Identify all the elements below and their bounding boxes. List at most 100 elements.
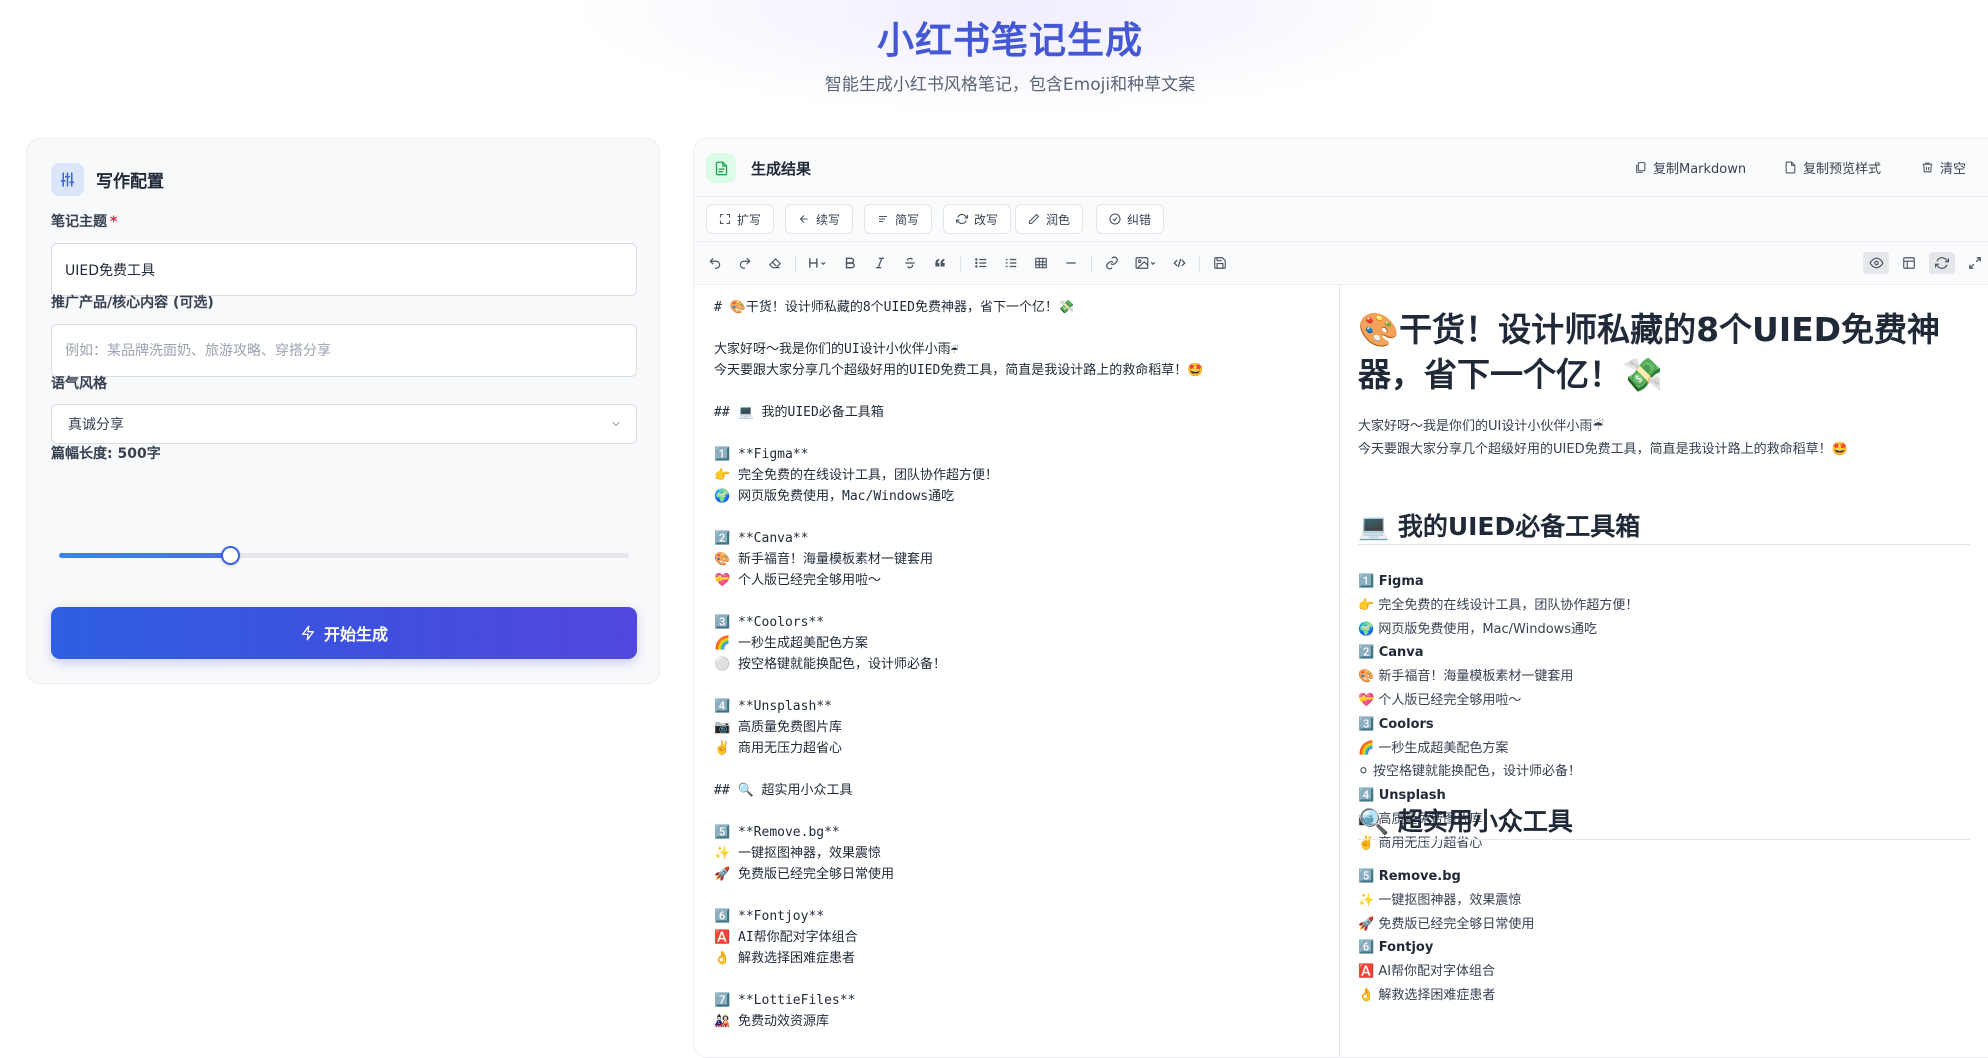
pencil-icon [1028, 213, 1040, 225]
check-circle-icon [1109, 213, 1121, 225]
sliders-icon [51, 163, 84, 196]
copy-preview-button[interactable]: 复制预览样式 [1784, 158, 1881, 177]
preview-list-item: ⚪ 按空格键就能换配色，设计师必备！ [1358, 764, 1582, 780]
heading-icon[interactable] [804, 252, 832, 274]
preview-list-item: 🌈 一秒生成超美配色方案 [1358, 740, 1509, 756]
markdown-preview: 🎨干货！设计师私藏的8个UIED免费神器，省下一个亿！💸 大家好呀～我是你们的U… [1341, 285, 1988, 1057]
undo-icon[interactable] [704, 252, 726, 274]
expand-button[interactable]: 扩写 [706, 204, 775, 234]
editor-line: 4️⃣ **Unsplash** [714, 699, 832, 714]
trash-icon [1921, 161, 1934, 174]
preview-tool-list: 5️⃣ Remove.bg ✨ 一键抠图神器，效果震惊 🚀 免费版已经完全够日常使用… [1358, 865, 1534, 1008]
generate-button[interactable]: 开始生成 [51, 607, 637, 659]
fullscreen-icon[interactable] [1962, 252, 1988, 274]
polish-button[interactable]: 润色 [1015, 204, 1084, 234]
code-icon[interactable] [1168, 252, 1190, 274]
preview-list-item: ✨ 一键抠图神器，效果震惊 [1358, 892, 1522, 908]
quote-icon[interactable] [929, 252, 951, 274]
eraser-icon[interactable] [764, 252, 786, 274]
preview-list-item: 2️⃣ Canva [1358, 645, 1424, 661]
toolbar-divider [960, 255, 961, 272]
length-slider-fill [59, 553, 230, 558]
topic-input[interactable] [51, 243, 637, 296]
preview-heading-2: 💻 我的UIED必备工具箱 [1358, 507, 1970, 545]
expand-label: 扩写 [737, 212, 762, 227]
editor-line: 💝 个人版已经完全够用啦～ [714, 573, 882, 588]
lightning-icon [300, 625, 316, 641]
simplify-button[interactable]: 简写 [864, 204, 933, 234]
bullet-list-icon[interactable] [970, 252, 992, 274]
preview-intro-line: 今天要跟大家分享几个超级好用的UIED免费工具，简直是我设计路上的救命稻草！🤩 [1358, 442, 1848, 457]
editor-line: 🚀 免费版已经完全够日常使用 [714, 867, 895, 882]
editor-line: 6️⃣ **Fontjoy** [714, 909, 825, 924]
result-header: 生成结果 复制Markdown 复制预览样式 清空 [694, 139, 1988, 197]
expand-icon [719, 213, 731, 225]
editor-line: 今天要跟大家分享几个超级好用的UIED免费工具，简直是我设计路上的救命稻草！🤩 [714, 363, 1204, 378]
preview-list-item: 3️⃣ Coolors [1358, 716, 1434, 732]
file-icon [1784, 161, 1797, 174]
continue-button[interactable]: 续写 [785, 204, 854, 234]
document-icon [706, 153, 736, 183]
preview-list-item: 👉 完全免费的在线设计工具，团队协作超方便！ [1358, 597, 1639, 613]
preview-list-item: 5️⃣ Remove.bg [1358, 869, 1461, 884]
editor-line: 👌 解救选择困难症患者 [714, 951, 856, 966]
ordered-list-icon[interactable] [1000, 252, 1022, 274]
image-icon[interactable] [1131, 252, 1161, 274]
copy-markdown-button[interactable]: 复制Markdown [1634, 158, 1746, 177]
link-icon[interactable] [1101, 252, 1123, 274]
layout-icon[interactable] [1896, 252, 1922, 274]
copy-icon [1634, 161, 1647, 174]
editor-line: ✨ 一键抠图神器，效果震惊 [714, 846, 882, 861]
eye-icon[interactable] [1863, 252, 1889, 274]
product-label: 推广产品/核心内容 (可选) [51, 295, 214, 311]
config-card-title: 写作配置 [96, 172, 164, 192]
page-subtitle: 智能生成小红书风格笔记，包含Emoji和种草文案 [824, 75, 1196, 95]
preview-heading-1: 🎨干货！设计师私藏的8个UIED免费神器，省下一个亿！💸 [1358, 310, 1941, 394]
preview-list-item: 🌍 网页版免费使用，Mac/Windows通吃 [1358, 621, 1598, 637]
bold-icon[interactable] [839, 252, 861, 274]
clear-label: 清空 [1940, 162, 1967, 177]
proofread-label: 纠错 [1127, 212, 1152, 227]
tone-select-value: 真诚分享 [68, 417, 124, 433]
preview-list-item: 💝 个人版已经完全够用啦～ [1358, 692, 1522, 708]
redo-icon[interactable] [734, 252, 756, 274]
markdown-editor[interactable]: # 🎨干货！设计师私藏的8个UIED免费神器，省下一个亿！💸 大家好呀～我是你们的… [694, 285, 1340, 1057]
editor-line: 🎎 免费动效资源库 [714, 1014, 830, 1029]
clear-button[interactable]: 清空 [1921, 158, 1966, 177]
editor-line: ✌️ 商用无压力超省心 [714, 741, 843, 756]
length-slider-thumb[interactable] [221, 546, 240, 565]
preview-list-item: 6️⃣ Fontjoy [1358, 940, 1434, 956]
editor-line: 🌍 网页版免费使用，Mac/Windows通吃 [714, 489, 955, 504]
tone-select[interactable]: 真诚分享 [51, 404, 637, 444]
result-panel: 生成结果 复制Markdown 复制预览样式 清空 扩写 续写 简写 改写 润色… [693, 138, 1988, 1058]
toolbar-divider [1199, 255, 1200, 272]
rewrite-button[interactable]: 改写 [943, 204, 1012, 234]
horizontal-rule-icon[interactable] [1060, 252, 1082, 274]
proofread-button[interactable]: 纠错 [1096, 204, 1165, 234]
markdown-editor-text[interactable]: # 🎨干货！设计师私藏的8个UIED免费神器，省下一个亿！💸 大家好呀～我是你们的… [714, 297, 1334, 1032]
table-icon[interactable] [1030, 252, 1052, 274]
ai-action-toolbar: 扩写 续写 简写 改写 润色 纠错 [694, 197, 1988, 242]
preview-list-item: 1️⃣ Figma [1358, 574, 1424, 589]
editor-line: 🎨 新手福音！海量模板素材一键套用 [714, 552, 934, 567]
product-input[interactable] [51, 324, 637, 377]
page-title: 小红书笔记生成 [877, 19, 1143, 62]
italic-icon[interactable] [869, 252, 891, 274]
polish-label: 润色 [1046, 212, 1071, 227]
editor-line: 5️⃣ **Remove.bg** [714, 825, 840, 840]
preview-list-item: 🅰️ AI帮你配对字体组合 [1358, 964, 1496, 980]
strikethrough-icon[interactable] [899, 252, 921, 274]
sync-scroll-icon[interactable] [1929, 252, 1955, 274]
editor-line: ## 💻 我的UIED必备工具箱 [714, 405, 884, 420]
save-icon[interactable] [1209, 252, 1231, 274]
chevron-down-icon [610, 418, 622, 430]
length-slider[interactable] [59, 546, 629, 565]
